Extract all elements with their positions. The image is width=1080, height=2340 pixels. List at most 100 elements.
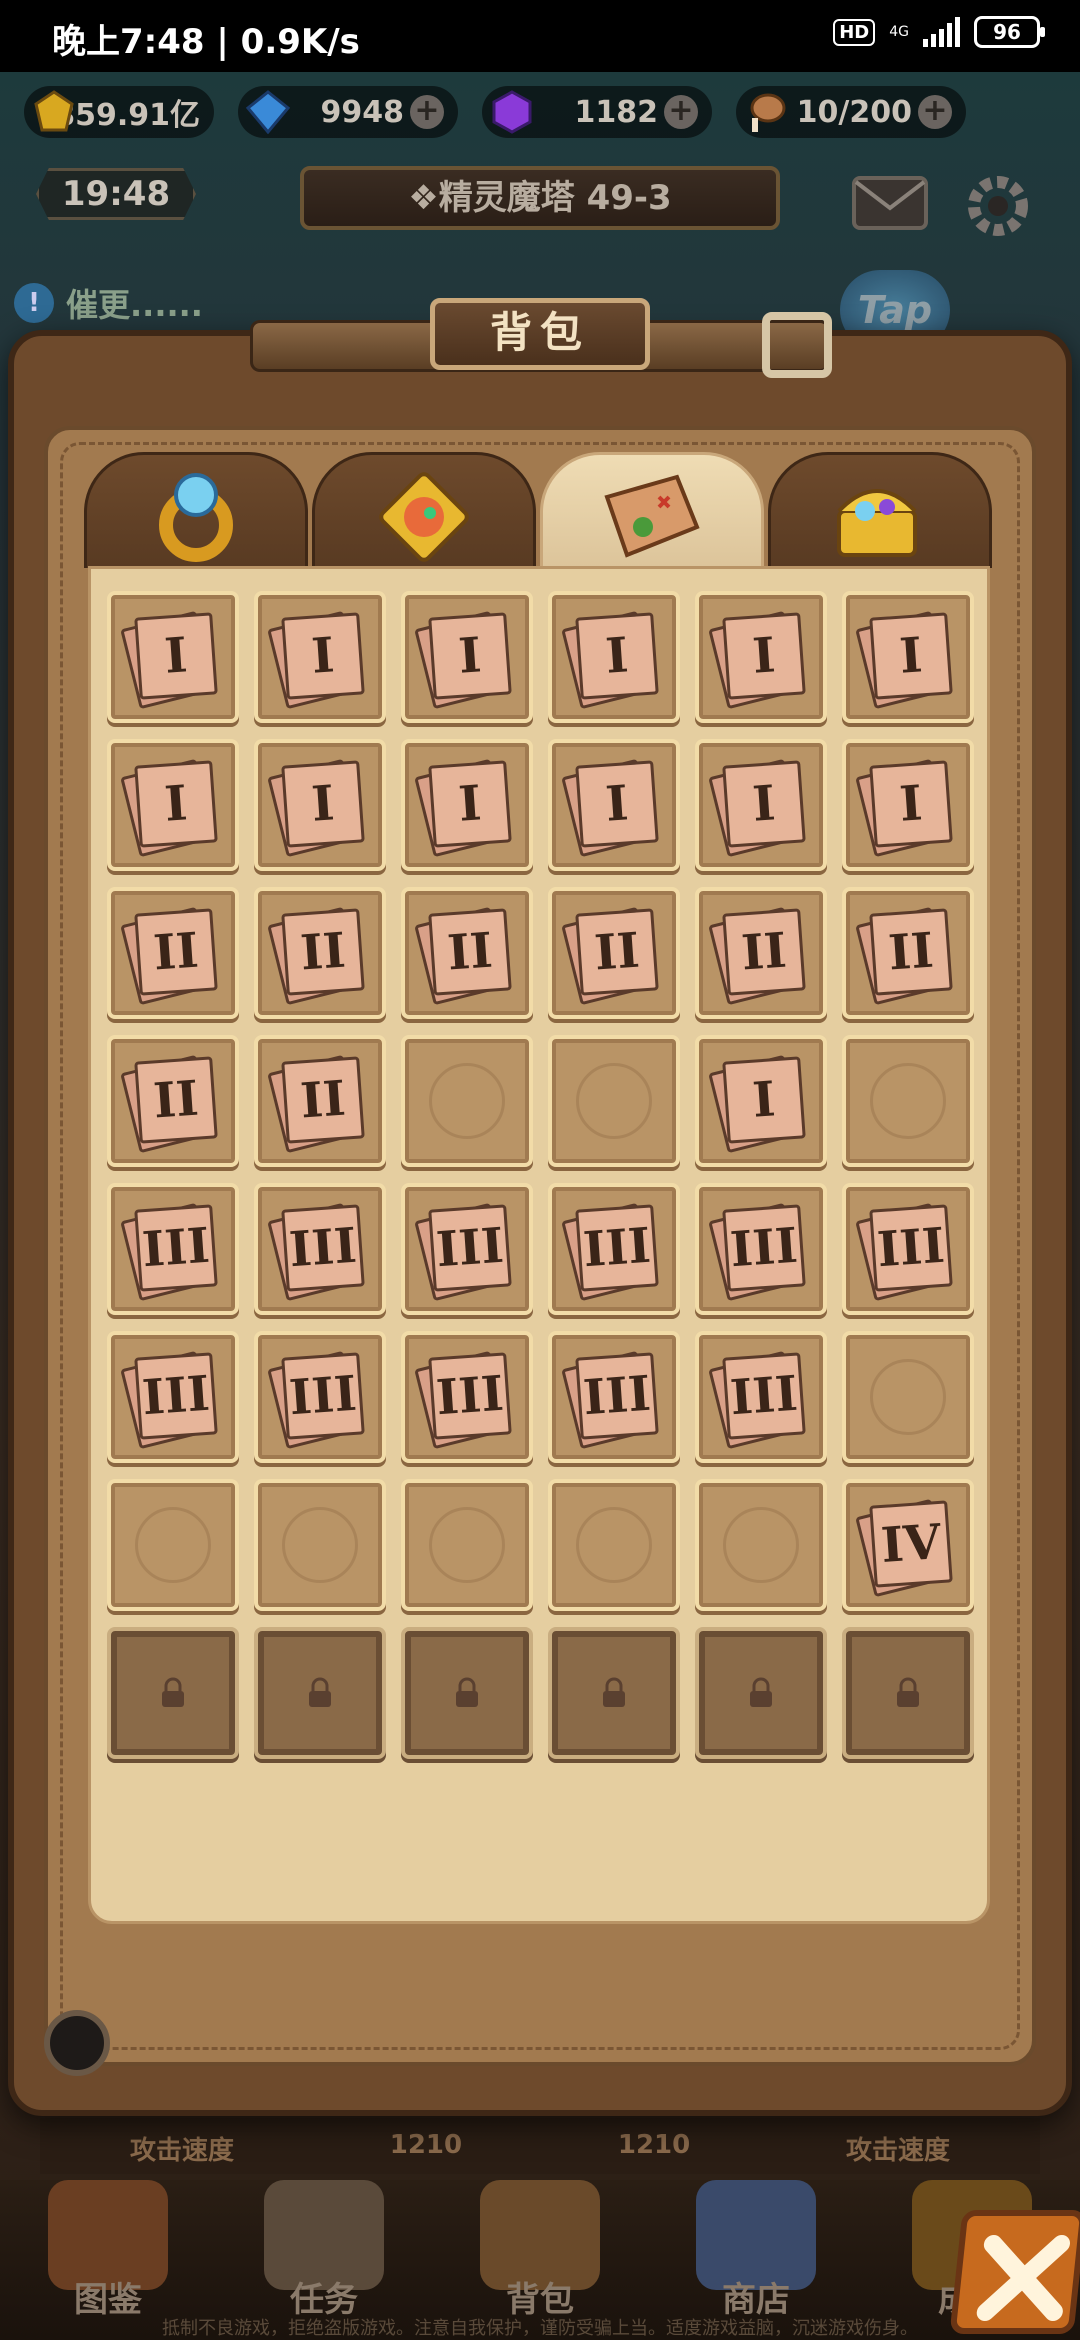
item-tier-label: III [875, 1217, 947, 1279]
currency-value: 1182 [574, 94, 659, 130]
empty-slot[interactable] [695, 1479, 827, 1611]
map-fragment-slot[interactable]: II [254, 1035, 386, 1167]
close-button[interactable] [949, 2210, 1080, 2334]
locked-slot[interactable] [695, 1627, 827, 1759]
empty-slot[interactable] [842, 1035, 974, 1167]
map-fragment-slot[interactable]: III [842, 1183, 974, 1315]
map-scroll-icon: III [120, 1349, 221, 1450]
item-tier-label: III [434, 1365, 506, 1427]
map-fragment-slot[interactable]: I [548, 591, 680, 723]
currency-value: 9948 [320, 94, 405, 130]
map-fragment-slot[interactable]: III [107, 1183, 239, 1315]
add-crystal-button[interactable]: + [664, 95, 698, 129]
map-fragment-slot[interactable]: I [842, 739, 974, 871]
map-scroll-icon: III [120, 1201, 221, 1302]
map-fragment-slot[interactable]: I [695, 1035, 827, 1167]
map-scroll-icon: III [267, 1201, 368, 1302]
map-fragment-slot[interactable]: I [254, 591, 386, 723]
map-fragment-slot[interactable]: I [842, 591, 974, 723]
currency-crystal: 1182 + [482, 86, 712, 138]
map-fragment-slot[interactable]: I [107, 591, 239, 723]
map-fragment-slot[interactable]: II [842, 887, 974, 1019]
locked-slot[interactable] [107, 1627, 239, 1759]
map-fragment-slot[interactable]: III [401, 1331, 533, 1463]
status-bar: 晚上7:48 | 0.9K/s HD 4G 96 [0, 0, 1080, 72]
item-tier-label: III [728, 1365, 800, 1427]
notice-bar[interactable]: ! 催更...... [14, 280, 203, 326]
add-diamond-button[interactable]: + [410, 95, 444, 129]
map-fragment-slot[interactable]: I [401, 739, 533, 871]
item-tier-label: III [581, 1217, 653, 1279]
empty-slot[interactable] [254, 1479, 386, 1611]
item-tier-label: I [897, 775, 925, 833]
map-fragment-slot[interactable]: II [107, 887, 239, 1019]
map-scroll-icon: II [120, 1053, 221, 1154]
tab-maps[interactable] [540, 452, 764, 568]
map-fragment-slot[interactable]: III [254, 1183, 386, 1315]
map-fragment-slot[interactable]: I [695, 739, 827, 871]
map-scroll-icon: I [561, 757, 662, 858]
map-fragment-slot[interactable]: III [548, 1183, 680, 1315]
stat-label: 攻击速度 [845, 2136, 950, 2166]
map-scroll-icon: I [414, 609, 515, 710]
map-fragment-slot[interactable]: III [107, 1331, 239, 1463]
map-fragment-slot[interactable]: I [548, 739, 680, 871]
map-fragment-slot[interactable]: II [254, 887, 386, 1019]
item-tier-label: III [140, 1217, 212, 1279]
map-fragment-slot[interactable]: II [548, 887, 680, 1019]
map-fragment-slot[interactable]: IV [842, 1479, 974, 1611]
item-tier-label: III [287, 1217, 359, 1279]
map-scroll-icon: I [120, 609, 221, 710]
lock-icon [456, 1677, 478, 1707]
tab-fragments[interactable] [312, 452, 536, 568]
locked-slot[interactable] [401, 1627, 533, 1759]
empty-slot[interactable] [107, 1479, 239, 1611]
mail-icon[interactable] [850, 170, 930, 234]
stat-label: 攻击速度 [130, 2136, 235, 2166]
map-fragment-slot[interactable]: I [401, 591, 533, 723]
map-scroll-icon: I [708, 1053, 809, 1154]
currency-gold: 859.91亿 [24, 86, 214, 138]
map-scroll-icon: I [561, 609, 662, 710]
stat-value: 1210 [389, 2130, 463, 2160]
empty-slot[interactable] [842, 1331, 974, 1463]
map-fragment-slot[interactable]: III [401, 1183, 533, 1315]
locked-slot[interactable] [548, 1627, 680, 1759]
map-fragment-slot[interactable]: II [401, 887, 533, 1019]
empty-slot[interactable] [401, 1035, 533, 1167]
stage-title: ❖精灵魔塔 49-3 [300, 166, 780, 230]
tab-chest[interactable] [768, 452, 992, 568]
map-fragment-slot[interactable]: I [254, 739, 386, 871]
notice-text: 催更...... [66, 286, 203, 324]
item-tier-label: IV [879, 1513, 943, 1575]
map-fragment-slot[interactable]: I [107, 739, 239, 871]
empty-slot[interactable] [548, 1479, 680, 1611]
item-tier-label: I [309, 775, 337, 833]
tab-equipment[interactable] [84, 452, 308, 568]
map-scroll-icon: II [414, 905, 515, 1006]
game-clock: 19:48 [36, 168, 196, 220]
currency-stamina: 10/200 + [736, 86, 966, 138]
map-fragment-slot[interactable]: III [695, 1331, 827, 1463]
map-fragment-slot[interactable]: III [548, 1331, 680, 1463]
round-toggle-button[interactable] [44, 2010, 110, 2076]
map-fragment-slot[interactable]: III [254, 1331, 386, 1463]
map-fragment-slot[interactable]: I [695, 591, 827, 723]
add-stamina-button[interactable]: + [918, 95, 952, 129]
empty-slot[interactable] [548, 1035, 680, 1167]
empty-slot[interactable] [401, 1479, 533, 1611]
map-fragment-slot[interactable]: III [695, 1183, 827, 1315]
map-fragment-slot[interactable]: II [695, 887, 827, 1019]
gold-gem-icon [34, 90, 74, 132]
map-scroll-icon: II [267, 1053, 368, 1154]
map-scroll-icon: II [120, 905, 221, 1006]
currency-bar: 859.91亿 9948 + 1182 + 10/200 + [0, 86, 1080, 146]
map-fragment-slot[interactable]: II [107, 1035, 239, 1167]
locked-slot[interactable] [254, 1627, 386, 1759]
map-scroll-icon: III [561, 1201, 662, 1302]
map-scroll-icon: III [708, 1349, 809, 1450]
locked-slot[interactable] [842, 1627, 974, 1759]
item-tier-label: I [750, 627, 778, 685]
lock-icon [309, 1677, 331, 1707]
gear-icon[interactable] [960, 168, 1036, 244]
